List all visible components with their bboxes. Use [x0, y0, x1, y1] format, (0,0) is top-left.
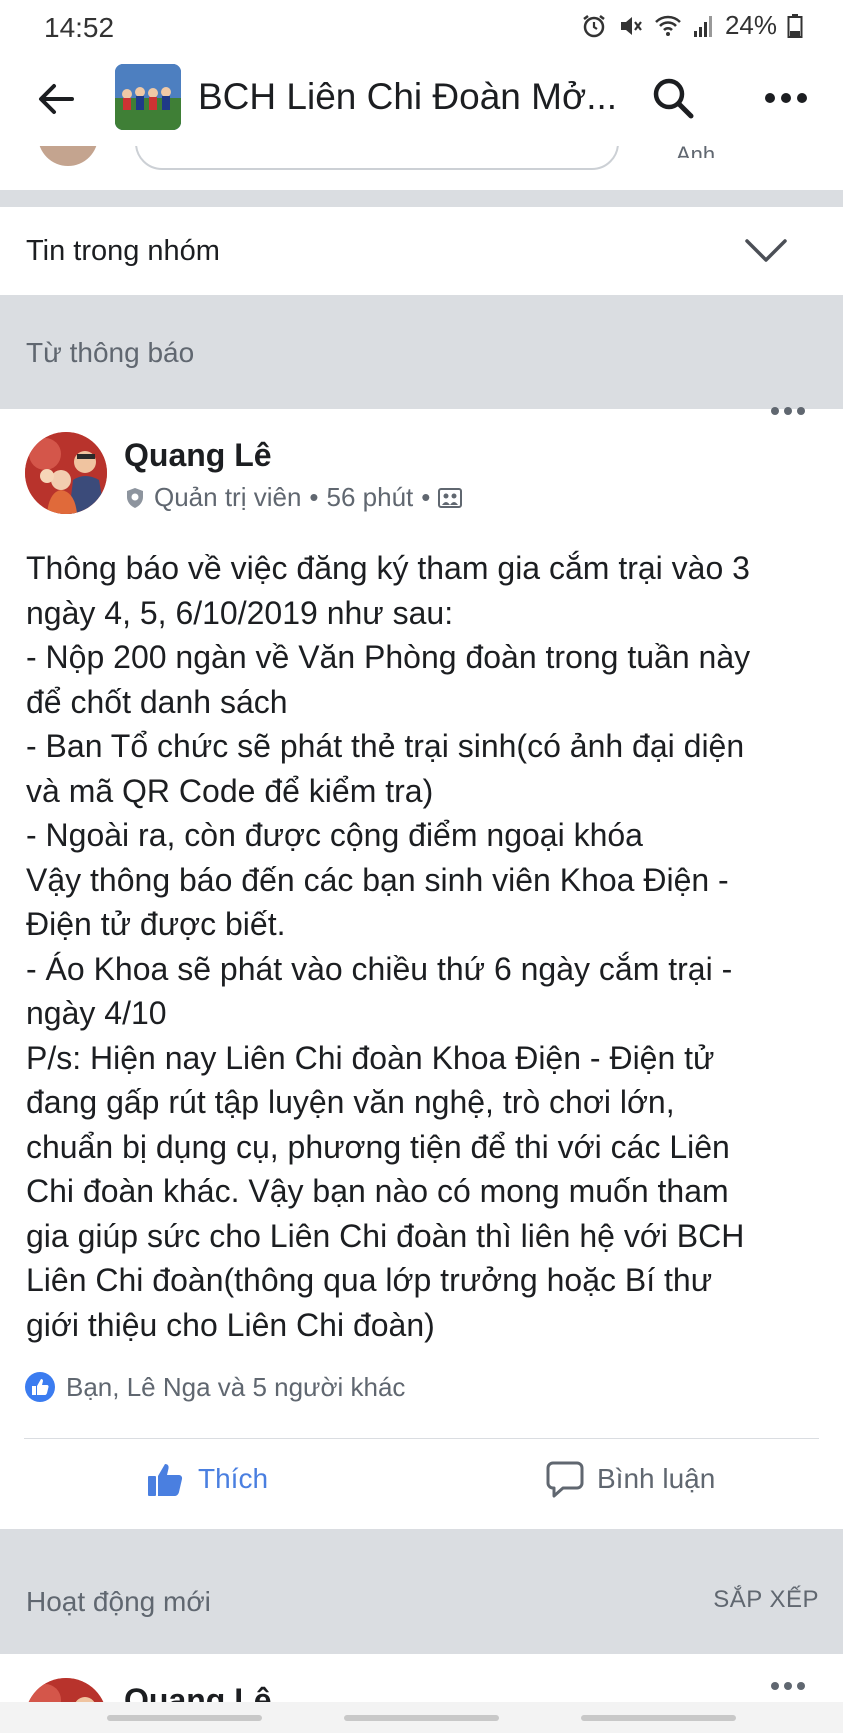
like-label: Thích	[198, 1463, 269, 1494]
post-body-line: ngày 4/10	[26, 995, 167, 1031]
app-bar: BCH Liên Chi Đoàn Mở...	[0, 54, 843, 147]
section-separator	[0, 1529, 843, 1546]
system-nav-bar	[0, 1702, 843, 1733]
chevron-down-icon[interactable]	[744, 237, 788, 265]
mute-icon	[617, 13, 643, 39]
post-body-line: để chốt danh sách	[26, 683, 288, 720]
alarm-icon	[581, 13, 607, 39]
post-body-line: - Nộp 200 ngàn về Văn Phòng đoàn trong t…	[26, 639, 751, 675]
composer-input[interactable]	[135, 146, 619, 170]
nav-back-button[interactable]	[581, 1715, 736, 1721]
comment-label: Bình luận	[597, 1463, 716, 1494]
post-body-line: giới thiệu cho Liên Chi đoàn)	[26, 1306, 435, 1343]
post-body-line: Điện tử được biết.	[26, 906, 286, 942]
post-author[interactable]: Quang Lê	[124, 437, 272, 474]
post-body-line: và mã QR Code để kiểm tra)	[26, 772, 434, 809]
post-role: Quản trị viên	[154, 482, 302, 512]
status-icons: 24%	[581, 10, 803, 41]
post-body-line: - Áo Khoa sẽ phát vào chiều thứ 6 ngày c…	[26, 950, 733, 987]
composer-avatar	[38, 146, 98, 166]
more-icon[interactable]	[764, 91, 808, 105]
meta-dot: •	[421, 482, 431, 512]
post-body-line: ngày 4, 5, 6/10/2019 như sau:	[26, 594, 454, 631]
thumbs-up-icon	[146, 1459, 186, 1499]
post-body-line: - Ban Tổ chức sẽ phát thẻ trại sinh(có ả…	[26, 728, 745, 764]
post-more-icon[interactable]	[770, 405, 806, 417]
next-post-card: Quang Lê	[0, 1654, 843, 1702]
photo-label[interactable]: Ảnh	[676, 146, 715, 158]
post-author[interactable]: Quang Lê	[124, 1682, 272, 1702]
group-cover-thumbnail[interactable]	[115, 64, 181, 130]
comment-icon	[545, 1459, 585, 1499]
section-separator	[0, 190, 843, 207]
group-audience-icon	[438, 487, 463, 509]
sort-button[interactable]: SẮP XẾP	[713, 1586, 819, 1614]
back-arrow-icon[interactable]	[36, 79, 76, 119]
comment-button[interactable]: Bình luận	[545, 1459, 715, 1499]
post-body-line: Liên Chi đoàn(thông qua lớp trưởng hoặc …	[26, 1262, 713, 1298]
post-body-line: - Ngoài ra, còn được cộng điểm ngoại khó…	[26, 817, 643, 853]
post-body: Thông báo về việc đăng ký tham gia cắm t…	[26, 546, 826, 1347]
activity-label: Hoạt động mới	[26, 1586, 211, 1617]
wifi-icon	[653, 13, 683, 39]
announcements-label: Từ thông báo	[26, 337, 195, 368]
battery-icon	[787, 13, 803, 39]
post-body-line: Chi đoàn khác. Vậy bạn nào có mong muốn …	[26, 1173, 729, 1209]
post-body-line: gia giúp sức cho Liên Chi đoàn thì liên …	[26, 1217, 745, 1254]
post-body-line: đang gấp rút tập luyện văn nghệ, trò chơ…	[26, 1084, 675, 1120]
avatar[interactable]	[25, 1678, 107, 1702]
group-news-label: Tin trong nhóm	[26, 235, 220, 267]
post-body-line: Vậy thông báo đến các bạn sinh viên Khoa…	[26, 861, 729, 898]
status-bar: 14:52 24%	[0, 0, 843, 54]
activity-header: Hoạt động mới SẮP XẾP	[0, 1546, 843, 1654]
post-time[interactable]: 56 phút	[327, 482, 414, 513]
reactions-text: Bạn, Lê Nga và 5 người khác	[66, 1371, 406, 1402]
action-divider	[24, 1438, 819, 1439]
nav-home-button[interactable]	[344, 1715, 499, 1721]
group-news-row[interactable]: Tin trong nhóm	[0, 207, 843, 295]
post-card: Quang Lê Quản trị viên • 56 phút • Thông…	[0, 407, 843, 1529]
group-title: BCH Liên Chi Đoàn Mở...	[198, 76, 618, 117]
admin-badge-icon	[124, 487, 146, 509]
battery-text: 24%	[724, 10, 777, 40]
post-meta: Quản trị viên • 56 phút •	[124, 482, 463, 513]
nav-recent-button[interactable]	[107, 1715, 262, 1721]
like-reaction-icon	[24, 1371, 56, 1403]
post-body-line: P/s: Hiện nay Liên Chi đoàn Khoa Điện - …	[26, 1039, 715, 1076]
search-icon[interactable]	[651, 76, 695, 120]
meta-dot: •	[309, 482, 319, 512]
avatar[interactable]	[25, 432, 107, 514]
like-button[interactable]: Thích	[146, 1459, 268, 1499]
status-time: 14:52	[44, 12, 115, 43]
post-body-line: chuẩn bị dụng cụ, phương tiện để thi với…	[26, 1128, 730, 1165]
signal-icon	[693, 13, 715, 39]
composer-strip: Ảnh	[0, 146, 843, 190]
post-body-line: Thông báo về việc đăng ký tham gia cắm t…	[26, 550, 750, 586]
announcements-header: Từ thông báo	[0, 295, 843, 409]
reactions-summary[interactable]: Bạn, Lê Nga và 5 người khác	[24, 1371, 405, 1403]
post-more-icon[interactable]	[770, 1680, 806, 1692]
